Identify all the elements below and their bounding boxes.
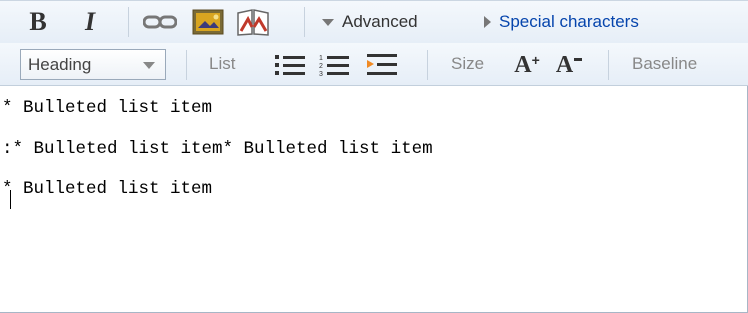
indent-button[interactable]: [362, 48, 402, 82]
separator: [304, 7, 305, 37]
image-button[interactable]: [190, 7, 226, 37]
numbered-list-icon: 1 2 3: [319, 55, 349, 77]
link-button[interactable]: [140, 7, 180, 37]
advanced-toggle[interactable]: Advanced: [318, 9, 468, 35]
caret-down-icon: [322, 18, 334, 26]
svg-text:3: 3: [319, 71, 323, 77]
chevron-down-icon: [143, 62, 155, 69]
smaller-text-button[interactable]: A: [550, 48, 588, 82]
bigger-text-label: A: [514, 51, 532, 78]
italic-button[interactable]: I: [72, 5, 108, 39]
separator: [128, 7, 129, 37]
separator: [608, 50, 609, 80]
embedded-file-icon: [192, 9, 224, 35]
numbered-list-button[interactable]: 1 2 3: [314, 48, 354, 82]
heading-select[interactable]: Heading: [20, 49, 166, 80]
main-toolbar: B I Advanced Special characters: [0, 0, 748, 44]
baseline-group-label: Baseline: [632, 54, 698, 73]
link-icon: [143, 15, 177, 29]
indent-icon: [367, 54, 397, 75]
bulleted-list-icon: [275, 55, 305, 75]
wikitext-editor[interactable]: * Bulleted list item :* Bulleted list it…: [0, 86, 747, 312]
svg-text:2: 2: [319, 63, 323, 70]
svg-text:1: 1: [319, 55, 323, 62]
plus-icon: +: [531, 52, 540, 68]
italic-label: I: [84, 7, 96, 36]
size-group-label: Size: [451, 54, 485, 73]
minus-icon: [574, 57, 583, 61]
bold-button[interactable]: B: [20, 5, 56, 39]
special-characters-label: Special characters: [499, 12, 639, 31]
advanced-label: Advanced: [342, 12, 418, 31]
heading-select-value: Heading: [28, 55, 92, 74]
bold-label: B: [29, 7, 47, 36]
editor-line: :* Bulleted list item* Bulleted list ite…: [2, 139, 433, 159]
bulleted-list-button[interactable]: [270, 48, 310, 82]
editor-line: * Bulleted list item: [2, 98, 213, 118]
separator: [186, 50, 187, 80]
reference-button[interactable]: [234, 5, 272, 39]
smaller-text-label: A: [555, 51, 574, 78]
bigger-text-button[interactable]: A +: [508, 48, 546, 82]
book-icon: [237, 9, 269, 36]
text-cursor: [10, 190, 11, 209]
special-characters-toggle[interactable]: Special characters: [480, 9, 748, 35]
list-group-label: List: [209, 54, 236, 73]
caret-right-icon: [484, 16, 491, 28]
separator: [427, 50, 428, 80]
editor-line: * Bulleted list item: [2, 179, 213, 199]
